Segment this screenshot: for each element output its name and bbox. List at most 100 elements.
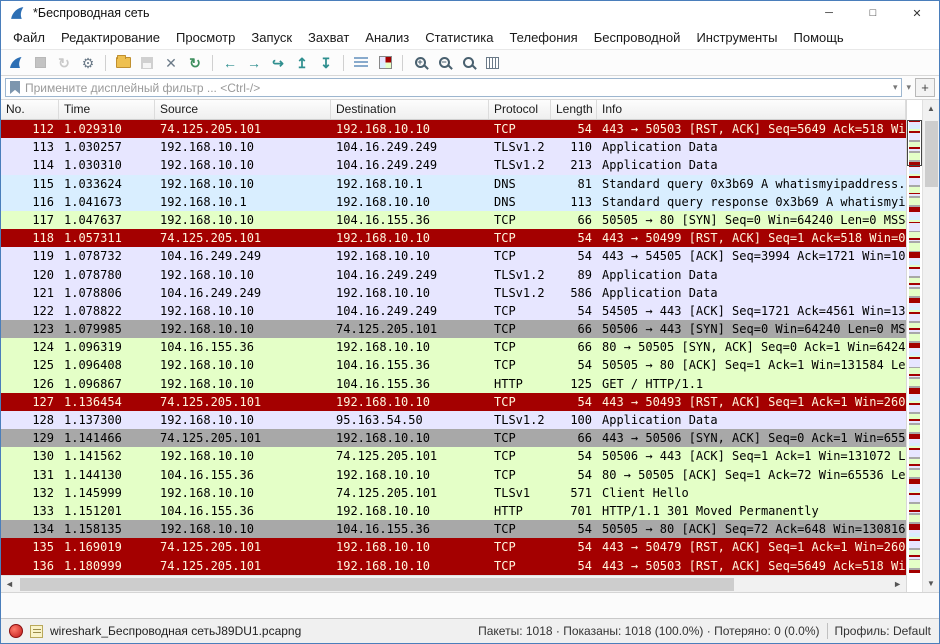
display-filter-box: ▾ bbox=[5, 78, 902, 97]
open-file-icon[interactable] bbox=[112, 52, 134, 74]
resize-columns-icon[interactable] bbox=[481, 52, 503, 74]
go-back-icon[interactable]: ← bbox=[219, 52, 241, 74]
window-title: *Беспроводная сеть bbox=[33, 6, 807, 20]
horizontal-scrollbar[interactable]: ◄ ► bbox=[1, 575, 906, 592]
packet-row[interactable]: 122 1.078822 192.168.10.10 104.16.249.24… bbox=[1, 302, 906, 320]
packet-row[interactable]: 134 1.158135 192.168.10.10 104.16.155.36… bbox=[1, 520, 906, 538]
bookmark-icon[interactable] bbox=[10, 81, 20, 94]
zoom-original-icon[interactable] bbox=[457, 52, 479, 74]
reload-file-icon[interactable]: ↻ bbox=[184, 52, 206, 74]
packet-row[interactable]: 131 1.144130 104.16.155.36 192.168.10.10… bbox=[1, 466, 906, 484]
add-filter-button[interactable]: + bbox=[915, 78, 935, 97]
menu-wireless[interactable]: Беспроводной bbox=[586, 27, 689, 48]
column-header-no[interactable]: No. bbox=[1, 100, 59, 119]
packet-row[interactable]: 119 1.078732 104.16.249.249 192.168.10.1… bbox=[1, 247, 906, 265]
packet-row[interactable]: 130 1.141562 192.168.10.10 74.125.205.10… bbox=[1, 447, 906, 465]
cell-protocol: HTTP bbox=[489, 375, 551, 393]
go-forward-icon[interactable]: → bbox=[243, 52, 265, 74]
menu-edit[interactable]: Редактирование bbox=[53, 27, 168, 48]
cell-time: 1.047637 bbox=[59, 211, 155, 229]
scroll-right-arrow[interactable]: ► bbox=[889, 576, 906, 593]
menu-tools[interactable]: Инструменты bbox=[688, 27, 785, 48]
filter-dropdown-icon[interactable]: ▾ bbox=[893, 82, 898, 93]
packet-row[interactable]: 117 1.047637 192.168.10.10 104.16.155.36… bbox=[1, 211, 906, 229]
packet-row[interactable]: 118 1.057311 74.125.205.101 192.168.10.1… bbox=[1, 229, 906, 247]
packet-row[interactable]: 126 1.096867 192.168.10.10 104.16.155.36… bbox=[1, 375, 906, 393]
close-file-icon[interactable]: ✕ bbox=[160, 52, 182, 74]
zoom-in-icon[interactable]: + bbox=[409, 52, 431, 74]
capture-comment-icon[interactable] bbox=[30, 625, 43, 638]
packet-row[interactable]: 124 1.096319 104.16.155.36 192.168.10.10… bbox=[1, 338, 906, 356]
packet-row[interactable]: 127 1.136454 74.125.205.101 192.168.10.1… bbox=[1, 393, 906, 411]
packet-row[interactable]: 136 1.180999 74.125.205.101 192.168.10.1… bbox=[1, 557, 906, 575]
packet-row[interactable]: 135 1.169019 74.125.205.101 192.168.10.1… bbox=[1, 538, 906, 556]
packet-row[interactable]: 133 1.151201 104.16.155.36 192.168.10.10… bbox=[1, 502, 906, 520]
packet-row[interactable]: 132 1.145999 192.168.10.10 74.125.205.10… bbox=[1, 484, 906, 502]
cell-length: 125 bbox=[551, 375, 597, 393]
start-capture-icon[interactable] bbox=[5, 52, 27, 74]
menu-analyze[interactable]: Анализ bbox=[357, 27, 417, 48]
cell-no: 115 bbox=[1, 175, 59, 193]
filter-expression-dropdown-icon[interactable]: ▾ bbox=[906, 82, 911, 93]
minimap[interactable] bbox=[907, 120, 922, 575]
cell-info: 443 → 50506 [SYN, ACK] Seq=0 Ack=1 Win=6… bbox=[597, 429, 906, 447]
display-filter-input[interactable] bbox=[25, 81, 888, 95]
packet-row[interactable]: 128 1.137300 192.168.10.10 95.163.54.50 … bbox=[1, 411, 906, 429]
profile-label[interactable]: Профиль: Default bbox=[835, 624, 932, 638]
horizontal-scroll-thumb[interactable] bbox=[20, 578, 734, 591]
menu-view[interactable]: Просмотр bbox=[168, 27, 243, 48]
scroll-down-arrow[interactable]: ▼ bbox=[923, 575, 939, 592]
menu-file[interactable]: Файл bbox=[5, 27, 53, 48]
packet-row[interactable]: 112 1.029310 74.125.205.101 192.168.10.1… bbox=[1, 120, 906, 138]
close-button[interactable]: ✕ bbox=[895, 1, 939, 25]
column-header-protocol[interactable]: Protocol bbox=[489, 100, 551, 119]
go-to-bottom-icon[interactable]: ↧ bbox=[315, 52, 337, 74]
menu-capture[interactable]: Захват bbox=[300, 27, 357, 48]
auto-scroll-icon[interactable] bbox=[350, 52, 372, 74]
vertical-scroll-thumb[interactable] bbox=[925, 121, 938, 187]
colorize-icon[interactable] bbox=[374, 52, 396, 74]
menu-statistics[interactable]: Статистика bbox=[417, 27, 501, 48]
app-window: *Беспроводная сеть ─ □ ✕ Файл Редактиров… bbox=[0, 0, 940, 644]
cell-length: 54 bbox=[551, 356, 597, 374]
packet-row[interactable]: 129 1.141466 74.125.205.101 192.168.10.1… bbox=[1, 429, 906, 447]
stop-capture-icon[interactable] bbox=[29, 52, 51, 74]
column-header-info[interactable]: Info bbox=[597, 100, 906, 119]
cell-protocol: TCP bbox=[489, 429, 551, 447]
save-file-icon[interactable] bbox=[136, 52, 158, 74]
go-to-packet-icon[interactable]: ↪ bbox=[267, 52, 289, 74]
cell-protocol: TCP bbox=[489, 211, 551, 229]
packet-row[interactable]: 114 1.030310 192.168.10.10 104.16.249.24… bbox=[1, 156, 906, 174]
packet-row[interactable]: 123 1.079985 192.168.10.10 74.125.205.10… bbox=[1, 320, 906, 338]
cell-source: 74.125.205.101 bbox=[155, 429, 331, 447]
toolbar-separator bbox=[105, 55, 106, 71]
packet-row[interactable]: 121 1.078806 104.16.249.249 192.168.10.1… bbox=[1, 284, 906, 302]
capture-options-icon[interactable]: ⚙ bbox=[77, 52, 99, 74]
packet-row[interactable]: 116 1.041673 192.168.10.1 192.168.10.10 … bbox=[1, 193, 906, 211]
column-header-time[interactable]: Time bbox=[59, 100, 155, 119]
cell-no: 136 bbox=[1, 557, 59, 575]
scroll-left-arrow[interactable]: ◄ bbox=[1, 576, 18, 593]
packet-row[interactable]: 120 1.078780 192.168.10.10 104.16.249.24… bbox=[1, 266, 906, 284]
packet-row[interactable]: 113 1.030257 192.168.10.10 104.16.249.24… bbox=[1, 138, 906, 156]
vertical-scrollbar[interactable]: ▲ ▼ bbox=[922, 100, 939, 592]
menu-telephony[interactable]: Телефония bbox=[501, 27, 585, 48]
packet-row[interactable]: 125 1.096408 192.168.10.10 104.16.155.36… bbox=[1, 356, 906, 374]
cell-destination: 95.163.54.50 bbox=[331, 411, 489, 429]
menu-go[interactable]: Запуск bbox=[243, 27, 300, 48]
intelligent-scrollbar[interactable] bbox=[906, 100, 922, 592]
cell-no: 128 bbox=[1, 411, 59, 429]
cell-info: 80 → 50505 [ACK] Seq=1 Ack=72 Win=65536 … bbox=[597, 466, 906, 484]
column-header-length[interactable]: Length bbox=[551, 100, 597, 119]
zoom-out-icon[interactable]: − bbox=[433, 52, 455, 74]
go-to-top-icon[interactable]: ↥ bbox=[291, 52, 313, 74]
column-header-destination[interactable]: Destination bbox=[331, 100, 489, 119]
expert-info-icon[interactable] bbox=[9, 624, 23, 638]
scroll-up-arrow[interactable]: ▲ bbox=[923, 100, 939, 117]
maximize-button[interactable]: □ bbox=[851, 1, 895, 25]
packet-row[interactable]: 115 1.033624 192.168.10.10 192.168.10.1 … bbox=[1, 175, 906, 193]
column-header-source[interactable]: Source bbox=[155, 100, 331, 119]
restart-capture-icon[interactable]: ↻ bbox=[53, 52, 75, 74]
minimize-button[interactable]: ─ bbox=[807, 1, 851, 25]
menu-help[interactable]: Помощь bbox=[786, 27, 852, 48]
